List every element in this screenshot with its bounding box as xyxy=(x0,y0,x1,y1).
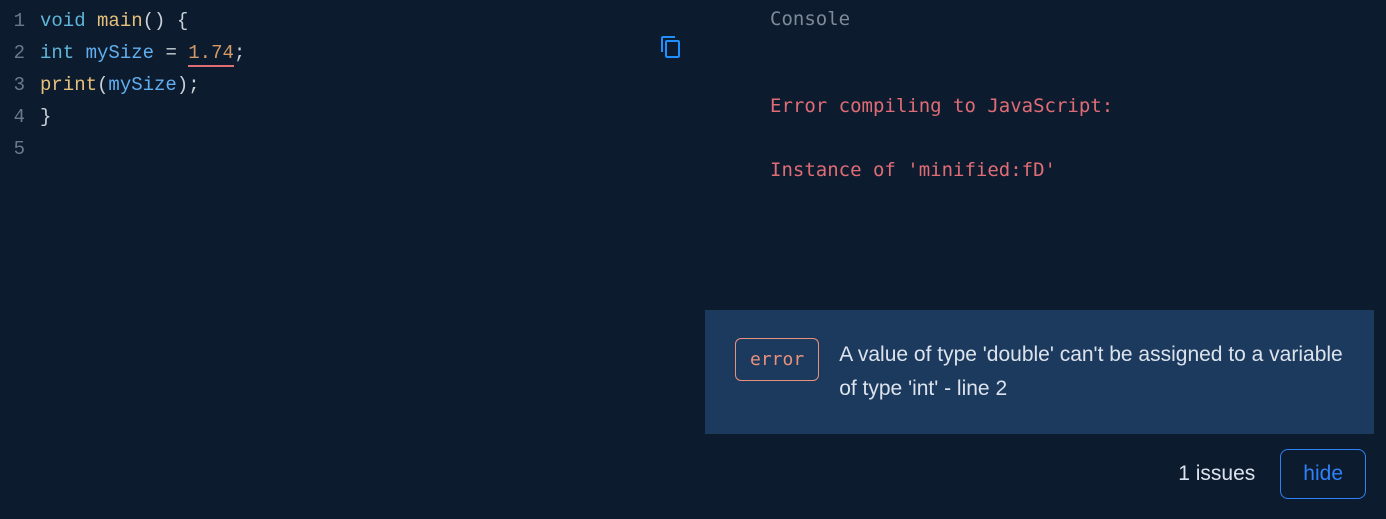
code-token: ; xyxy=(188,74,199,96)
code-token: ( xyxy=(97,74,108,96)
code-token: 1.74 xyxy=(188,42,234,67)
code-line[interactable]: 3print(mySize); xyxy=(0,69,700,101)
hide-button[interactable]: hide xyxy=(1280,449,1366,499)
code-token: ) xyxy=(177,74,188,96)
line-number: 2 xyxy=(0,37,40,69)
code-token xyxy=(154,42,165,64)
console-pane: Console Error compiling to JavaScript: I… xyxy=(700,0,1386,519)
copy-button[interactable] xyxy=(657,35,685,63)
line-content[interactable]: int mySize = 1.74; xyxy=(40,37,245,69)
line-content[interactable]: print(mySize); xyxy=(40,69,200,101)
code-line[interactable]: 5 xyxy=(0,133,700,165)
copy-icon xyxy=(659,35,683,64)
error-message: A value of type 'double' can't be assign… xyxy=(839,338,1344,406)
console-line: Instance of 'minified:fD' xyxy=(770,154,1386,186)
code-token: } xyxy=(40,106,51,128)
code-token xyxy=(177,42,188,64)
code-token: = xyxy=(165,42,176,64)
error-badge: error xyxy=(735,338,819,381)
code-token xyxy=(74,42,85,64)
code-token: int xyxy=(40,42,74,64)
code-token xyxy=(86,10,97,32)
code-line[interactable]: 2int mySize = 1.74; xyxy=(0,37,700,69)
issues-panel: error A value of type 'double' can't be … xyxy=(705,310,1374,434)
line-number: 4 xyxy=(0,101,40,133)
code-editor[interactable]: 1void main() {2int mySize = 1.74;3print(… xyxy=(0,0,700,519)
line-number: 5 xyxy=(0,133,40,165)
console-line: Error compiling to JavaScript: xyxy=(770,90,1386,122)
code-token: main xyxy=(97,10,143,32)
line-content[interactable]: void main() { xyxy=(40,5,188,37)
code-token: mySize xyxy=(86,42,154,64)
issues-footer: 1 issues hide xyxy=(1178,449,1366,499)
line-number: 3 xyxy=(0,69,40,101)
code-token: void xyxy=(40,10,86,32)
code-token: ; xyxy=(234,42,245,64)
code-token: { xyxy=(177,10,188,32)
code-token: print xyxy=(40,74,97,96)
console-title: Console xyxy=(770,8,1386,30)
code-line[interactable]: 4} xyxy=(0,101,700,133)
code-token: () xyxy=(143,10,166,32)
code-line[interactable]: 1void main() { xyxy=(0,5,700,37)
code-body[interactable]: 1void main() {2int mySize = 1.74;3print(… xyxy=(0,5,700,165)
console-output: Error compiling to JavaScript: Instance … xyxy=(770,58,1386,218)
code-token: mySize xyxy=(108,74,176,96)
issues-count: 1 issues xyxy=(1178,462,1255,486)
code-token xyxy=(165,10,176,32)
line-number: 1 xyxy=(0,5,40,37)
line-content[interactable]: } xyxy=(40,101,51,133)
